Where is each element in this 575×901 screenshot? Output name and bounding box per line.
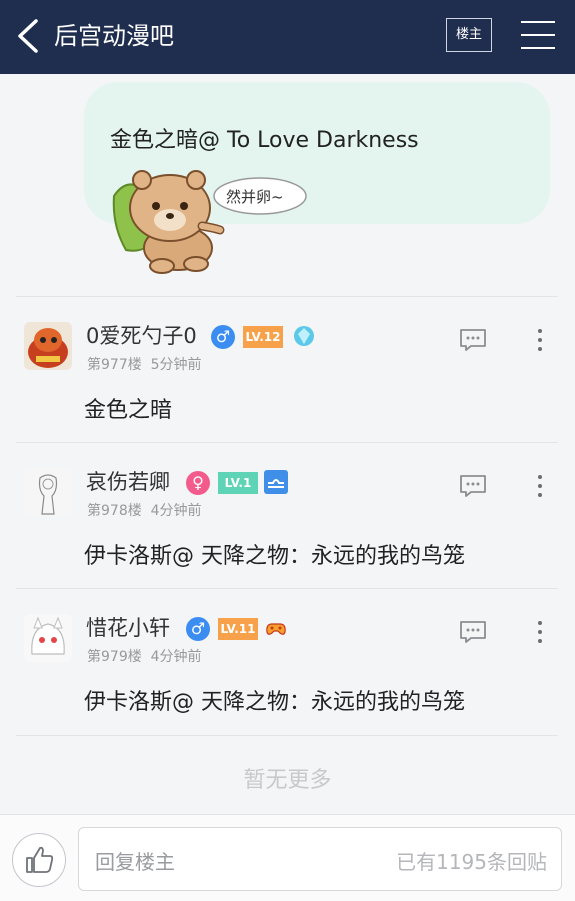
- post-time: 5分钟前: [150, 357, 202, 373]
- forum-title: 后宫动漫吧: [54, 22, 174, 50]
- username[interactable]: 哀伤若卿: [86, 466, 170, 496]
- avatar[interactable]: [24, 614, 72, 662]
- menu-icon[interactable]: [521, 20, 555, 50]
- post-meta: 第979楼 4分钟前: [87, 646, 202, 666]
- divider: [16, 735, 558, 736]
- no-more-label: 暂无更多: [243, 768, 332, 793]
- floor-number: 第977楼: [87, 357, 142, 373]
- comment-icon[interactable]: [459, 328, 487, 352]
- more-vertical-icon[interactable]: [536, 620, 544, 644]
- reply-post: 惜花小轩 ♂ LV.11 第979楼 4分钟前 伊卡洛斯@ 天降之物：永远的我的…: [0, 588, 575, 734]
- male-gender-icon: ♂: [211, 325, 235, 349]
- post-content: 金色之暗: [84, 398, 173, 423]
- avatar[interactable]: [24, 468, 72, 516]
- avatar[interactable]: [24, 322, 72, 370]
- post-time: 4分钟前: [150, 649, 202, 665]
- reply-count: 已有1195条回贴: [396, 850, 547, 874]
- reply-post: 0爱死勺子0 ♂ LV.12 第977楼 5分钟前 金色之暗: [0, 296, 575, 442]
- reply-post: 哀伤若卿 ♀ LV.1 第978楼 4分钟前 伊卡洛斯@ 天降之物：永远的我的鸟…: [0, 442, 575, 588]
- post-meta: 第977楼 5分钟前: [87, 354, 202, 374]
- reply-placeholder: 回复楼主: [95, 850, 175, 874]
- floor-number: 第979楼: [87, 649, 142, 665]
- game-badge-icon: [266, 623, 286, 635]
- bottom-bar: 回复楼主 已有1195条回贴: [0, 814, 575, 901]
- level-badge: LV.12: [243, 326, 283, 348]
- username[interactable]: 0爱死勺子0: [86, 320, 197, 350]
- comment-icon[interactable]: [459, 474, 487, 498]
- level-badge: LV.11: [218, 618, 258, 640]
- top-bar: 后宫动漫吧 楼主: [0, 0, 575, 74]
- more-vertical-icon[interactable]: [536, 328, 544, 352]
- reply-input[interactable]: 回复楼主 已有1195条回贴: [78, 827, 562, 891]
- thumbs-up-icon: [26, 846, 54, 873]
- male-gender-icon: ♂: [186, 617, 210, 641]
- more-vertical-icon[interactable]: [536, 474, 544, 498]
- floor-number: 第978楼: [87, 503, 142, 519]
- back-arrow-icon[interactable]: [14, 18, 44, 54]
- female-gender-icon: ♀: [186, 471, 210, 495]
- diamond-badge-icon: [294, 326, 314, 346]
- only-op-button[interactable]: 楼主: [446, 18, 492, 52]
- bear-sticker-icon: 然并卵~: [112, 170, 307, 274]
- like-button[interactable]: [12, 833, 66, 887]
- top-post-content: 金色之暗@ To Love Darkness: [110, 128, 419, 153]
- username[interactable]: 惜花小轩: [86, 612, 170, 642]
- sticker-text: 然并卵~: [226, 188, 284, 206]
- post-time: 4分钟前: [150, 503, 202, 519]
- comment-icon[interactable]: [459, 620, 487, 644]
- post-content: 伊卡洛斯@ 天降之物：永远的我的鸟笼: [84, 690, 465, 715]
- post-content: 伊卡洛斯@ 天降之物：永远的我的鸟笼: [84, 544, 465, 569]
- libra-badge-icon: [264, 470, 288, 494]
- level-badge: LV.1: [218, 472, 258, 494]
- post-meta: 第978楼 4分钟前: [87, 500, 202, 520]
